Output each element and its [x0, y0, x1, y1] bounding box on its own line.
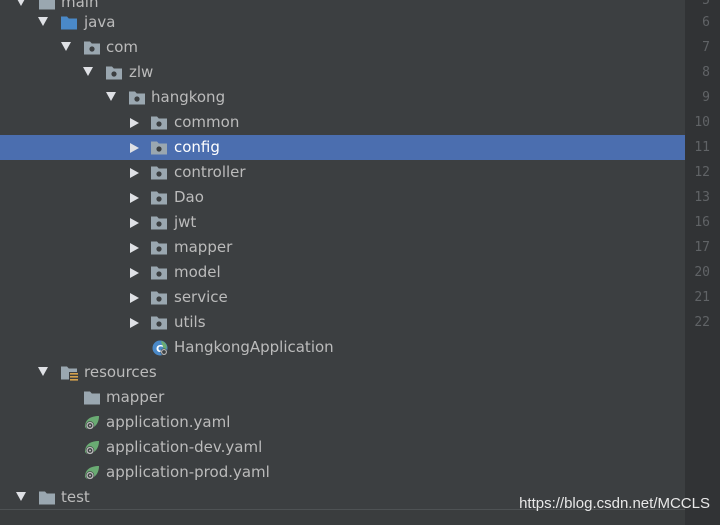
- folder-icon: [83, 389, 101, 406]
- package-icon: [150, 164, 168, 181]
- line-number: 16: [694, 215, 710, 230]
- collapse-arrow-icon[interactable]: [130, 142, 139, 153]
- source-folder-icon: [60, 14, 78, 31]
- tree-label: config: [174, 138, 220, 156]
- folder-icon: [38, 489, 56, 506]
- line-number: 10: [694, 115, 710, 130]
- tree-row-package[interactable]: model: [0, 260, 685, 285]
- package-icon: [150, 314, 168, 331]
- tree-row-package-selected[interactable]: config: [0, 135, 685, 160]
- tree-label: resources: [84, 363, 157, 381]
- line-number: 21: [694, 290, 710, 305]
- tree-row-package[interactable]: service: [0, 285, 685, 310]
- tree-label: HangkongApplication: [174, 338, 334, 356]
- line-number: 17: [694, 240, 710, 255]
- package-icon: [150, 239, 168, 256]
- line-number: 22: [694, 315, 710, 330]
- editor-gutter: 5 6 7 8 9 10 11 12 13 16 17 20 21 22: [685, 0, 720, 525]
- tree-row-com[interactable]: com: [0, 35, 685, 60]
- collapse-arrow-icon[interactable]: [130, 267, 139, 278]
- tree-row-resources[interactable]: resources: [0, 360, 685, 385]
- spring-config-icon: [83, 414, 101, 431]
- tree-row-zlw[interactable]: zlw: [0, 60, 685, 85]
- line-number: 13: [694, 190, 710, 205]
- package-icon: [150, 114, 168, 131]
- tree-label: mapper: [174, 238, 233, 256]
- tree-label: zlw: [129, 63, 154, 81]
- spring-config-icon: [83, 439, 101, 456]
- spring-config-icon: [83, 464, 101, 481]
- expand-arrow-icon[interactable]: [106, 92, 116, 101]
- collapse-arrow-icon[interactable]: [130, 317, 139, 328]
- package-icon: [150, 139, 168, 156]
- tree-label: application-dev.yaml: [106, 438, 263, 456]
- collapse-arrow-icon[interactable]: [130, 117, 139, 128]
- tree-row-package[interactable]: controller: [0, 160, 685, 185]
- tree-label: hangkong: [151, 88, 226, 106]
- tree-row-package[interactable]: mapper: [0, 235, 685, 260]
- collapse-arrow-icon[interactable]: [130, 242, 139, 253]
- tree-row-res-mapper[interactable]: mapper: [0, 385, 685, 410]
- tree-row-package[interactable]: utils: [0, 310, 685, 335]
- tree-row-package[interactable]: jwt: [0, 210, 685, 235]
- tree-label: utils: [174, 313, 206, 331]
- package-icon: [150, 214, 168, 231]
- collapse-arrow-icon[interactable]: [130, 167, 139, 178]
- tree-row-yaml[interactable]: application.yaml: [0, 410, 685, 435]
- tree-label: application.yaml: [106, 413, 231, 431]
- line-number: 20: [694, 265, 710, 280]
- tree-row-app-class[interactable]: HangkongApplication: [0, 335, 685, 360]
- tree-label: test: [61, 488, 90, 506]
- tree-row-yaml[interactable]: application-prod.yaml: [0, 460, 685, 485]
- tree-label: com: [106, 38, 139, 56]
- tree-label: mapper: [106, 388, 165, 406]
- tree-label: controller: [174, 163, 246, 181]
- collapse-arrow-icon[interactable]: [130, 292, 139, 303]
- collapse-arrow-icon[interactable]: [130, 192, 139, 203]
- tree-row-java[interactable]: java: [0, 10, 685, 35]
- line-number: 6: [702, 15, 710, 30]
- collapse-arrow-icon[interactable]: [130, 217, 139, 228]
- expand-arrow-icon[interactable]: [16, 0, 26, 6]
- tree-label: jwt: [174, 213, 197, 231]
- tree-label: java: [84, 13, 116, 31]
- package-icon: [150, 189, 168, 206]
- resources-folder-icon: [60, 364, 78, 381]
- line-number: 8: [702, 65, 710, 80]
- line-number: 12: [694, 165, 710, 180]
- line-number: 11: [694, 140, 710, 155]
- line-number: 7: [702, 40, 710, 55]
- expand-arrow-icon[interactable]: [16, 492, 26, 501]
- package-icon: [150, 289, 168, 306]
- package-icon: [105, 64, 123, 81]
- package-icon: [128, 89, 146, 106]
- watermark: https://blog.csdn.net/MCCLS: [519, 495, 710, 512]
- package-icon: [83, 39, 101, 56]
- expand-arrow-icon[interactable]: [61, 42, 71, 51]
- spring-boot-class-icon: [151, 339, 169, 356]
- project-tree: main java com zlw hangkong common config: [0, 0, 685, 525]
- tree-label: service: [174, 288, 228, 306]
- tree-label: common: [174, 113, 240, 131]
- tree-row-yaml[interactable]: application-dev.yaml: [0, 435, 685, 460]
- tree-row-package[interactable]: common: [0, 110, 685, 135]
- tree-row-package[interactable]: Dao: [0, 185, 685, 210]
- package-icon: [150, 264, 168, 281]
- tree-row-hangkong[interactable]: hangkong: [0, 85, 685, 110]
- tree-label: model: [174, 263, 221, 281]
- expand-arrow-icon[interactable]: [38, 367, 48, 376]
- expand-arrow-icon[interactable]: [83, 67, 93, 76]
- tree-label: Dao: [174, 188, 204, 206]
- line-number: 9: [702, 90, 710, 105]
- tree-label: application-prod.yaml: [106, 463, 270, 481]
- expand-arrow-icon[interactable]: [38, 17, 48, 26]
